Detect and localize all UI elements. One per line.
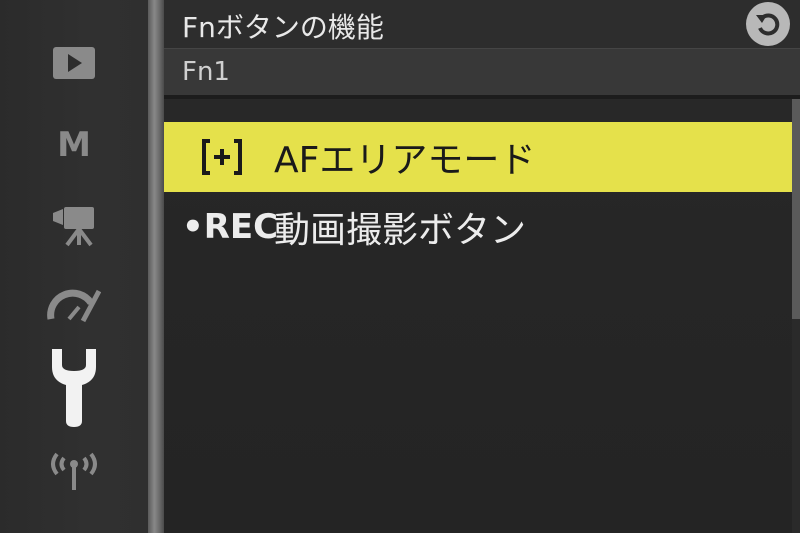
sidebar-item-setup[interactable] — [0, 344, 148, 430]
camera-menu-screen: M Fnボタンの機能 Fn1 AFエリアモード •REC 動画撮影ボタン — [0, 0, 800, 533]
sidebar-item-network[interactable] — [0, 446, 148, 494]
wrench-icon — [52, 349, 96, 427]
sidebar-item-movie[interactable] — [0, 200, 148, 250]
wireless-icon — [51, 452, 97, 490]
af-area-icon — [200, 122, 244, 192]
photo-shooting-m-icon: M — [57, 125, 91, 165]
back-arrow-icon — [756, 13, 780, 36]
menu-subheader: Fn1 — [164, 48, 800, 95]
page-title: Fnボタンの機能 — [182, 11, 384, 44]
back-button[interactable] — [746, 2, 790, 46]
subheader-label: Fn1 — [182, 57, 230, 87]
list-item-label: 動画撮影ボタン — [274, 210, 527, 251]
sidebar-item-playback[interactable] — [0, 38, 148, 88]
rec-icon: •REC — [182, 207, 279, 247]
divider — [164, 95, 800, 99]
gauge-pencil-icon — [47, 289, 101, 323]
menu-header: Fnボタンの機能 — [164, 0, 800, 48]
list-item-af-area-mode[interactable]: AFエリアモード — [164, 122, 792, 192]
sidebar-item-photo-shooting[interactable]: M — [0, 120, 148, 170]
scrollbar-thumb[interactable] — [792, 99, 800, 319]
list-item-label: AFエリアモード — [274, 140, 536, 181]
list-item-movie-record-button[interactable]: •REC 動画撮影ボタン — [164, 192, 792, 262]
sidebar-item-custom-settings[interactable] — [0, 282, 148, 328]
movie-camera-icon — [53, 207, 94, 247]
play-icon — [53, 47, 95, 79]
sidebar: M — [0, 0, 148, 533]
sidebar-divider — [148, 0, 164, 533]
options-list: AFエリアモード •REC 動画撮影ボタン — [164, 122, 792, 262]
